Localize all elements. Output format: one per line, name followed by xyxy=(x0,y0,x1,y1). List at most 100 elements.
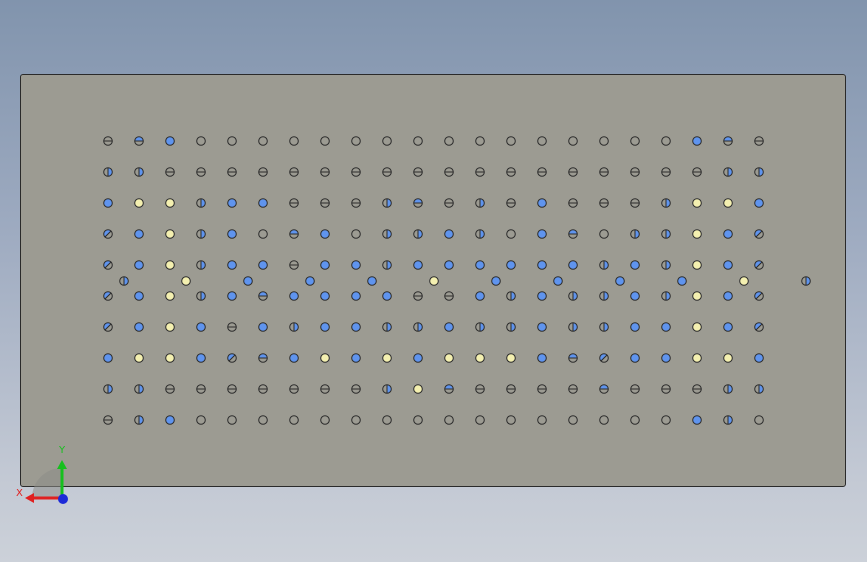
hole[interactable] xyxy=(103,322,113,332)
hole[interactable] xyxy=(506,136,516,146)
hole[interactable] xyxy=(196,136,206,146)
hole[interactable] xyxy=(258,322,268,332)
hole[interactable] xyxy=(537,384,547,394)
hole[interactable] xyxy=(413,322,423,332)
hole[interactable] xyxy=(630,353,640,363)
hole[interactable] xyxy=(599,415,609,425)
hole[interactable] xyxy=(227,353,237,363)
hole[interactable] xyxy=(258,291,268,301)
hole[interactable] xyxy=(227,260,237,270)
hole[interactable] xyxy=(351,136,361,146)
hole[interactable] xyxy=(568,415,578,425)
hole[interactable] xyxy=(537,322,547,332)
hole[interactable] xyxy=(289,198,299,208)
hole[interactable] xyxy=(351,260,361,270)
hole[interactable] xyxy=(413,353,423,363)
hole[interactable] xyxy=(103,291,113,301)
hole[interactable] xyxy=(444,198,454,208)
hole[interactable] xyxy=(475,167,485,177)
hole[interactable] xyxy=(692,136,702,146)
hole[interactable] xyxy=(723,167,733,177)
hole[interactable] xyxy=(227,229,237,239)
hole[interactable] xyxy=(692,322,702,332)
hole[interactable] xyxy=(506,260,516,270)
hole[interactable] xyxy=(382,322,392,332)
hole[interactable] xyxy=(661,260,671,270)
hole[interactable] xyxy=(134,229,144,239)
hole[interactable] xyxy=(413,415,423,425)
hole[interactable] xyxy=(382,415,392,425)
hole[interactable] xyxy=(413,229,423,239)
hole[interactable] xyxy=(227,415,237,425)
hole[interactable] xyxy=(723,353,733,363)
hole[interactable] xyxy=(661,415,671,425)
hole[interactable] xyxy=(754,198,764,208)
hole[interactable] xyxy=(661,384,671,394)
hole[interactable] xyxy=(537,291,547,301)
hole[interactable] xyxy=(723,260,733,270)
hole[interactable] xyxy=(227,322,237,332)
hole[interactable] xyxy=(413,260,423,270)
hole[interactable] xyxy=(382,291,392,301)
hole[interactable] xyxy=(196,260,206,270)
hole[interactable] xyxy=(739,276,749,286)
hole[interactable] xyxy=(599,167,609,177)
hole[interactable] xyxy=(351,167,361,177)
hole[interactable] xyxy=(413,198,423,208)
hole[interactable] xyxy=(196,415,206,425)
hole[interactable] xyxy=(692,353,702,363)
hole[interactable] xyxy=(661,291,671,301)
hole[interactable] xyxy=(289,353,299,363)
hole[interactable] xyxy=(289,291,299,301)
hole[interactable] xyxy=(444,322,454,332)
hole[interactable] xyxy=(723,136,733,146)
hole[interactable] xyxy=(258,384,268,394)
hole[interactable] xyxy=(134,260,144,270)
hole[interactable] xyxy=(537,229,547,239)
hole[interactable] xyxy=(103,229,113,239)
hole[interactable] xyxy=(475,136,485,146)
hole[interactable] xyxy=(754,353,764,363)
hole[interactable] xyxy=(134,167,144,177)
hole[interactable] xyxy=(506,291,516,301)
hole[interactable] xyxy=(165,198,175,208)
hole[interactable] xyxy=(599,260,609,270)
hole[interactable] xyxy=(568,322,578,332)
hole[interactable] xyxy=(475,198,485,208)
hole[interactable] xyxy=(723,384,733,394)
hole[interactable] xyxy=(165,353,175,363)
hole[interactable] xyxy=(754,322,764,332)
hole[interactable] xyxy=(692,167,702,177)
hole[interactable] xyxy=(568,167,578,177)
hole[interactable] xyxy=(553,276,563,286)
hole[interactable] xyxy=(103,198,113,208)
hole[interactable] xyxy=(599,384,609,394)
hole[interactable] xyxy=(630,167,640,177)
hole[interactable] xyxy=(227,291,237,301)
hole[interactable] xyxy=(692,229,702,239)
hole[interactable] xyxy=(227,384,237,394)
hole[interactable] xyxy=(165,167,175,177)
hole[interactable] xyxy=(444,384,454,394)
hole[interactable] xyxy=(677,276,687,286)
hole[interactable] xyxy=(227,198,237,208)
hole[interactable] xyxy=(754,384,764,394)
hole[interactable] xyxy=(382,260,392,270)
hole[interactable] xyxy=(506,353,516,363)
graphics-viewport[interactable]: X Y xyxy=(0,0,867,562)
hole[interactable] xyxy=(258,229,268,239)
hole[interactable] xyxy=(289,322,299,332)
hole[interactable] xyxy=(103,415,113,425)
hole[interactable] xyxy=(134,353,144,363)
hole[interactable] xyxy=(196,291,206,301)
hole[interactable] xyxy=(320,260,330,270)
hole[interactable] xyxy=(537,136,547,146)
hole[interactable] xyxy=(165,229,175,239)
hole[interactable] xyxy=(382,353,392,363)
hole[interactable] xyxy=(196,229,206,239)
hole[interactable] xyxy=(165,136,175,146)
hole[interactable] xyxy=(181,276,191,286)
hole[interactable] xyxy=(351,353,361,363)
hole[interactable] xyxy=(630,229,640,239)
hole[interactable] xyxy=(227,136,237,146)
